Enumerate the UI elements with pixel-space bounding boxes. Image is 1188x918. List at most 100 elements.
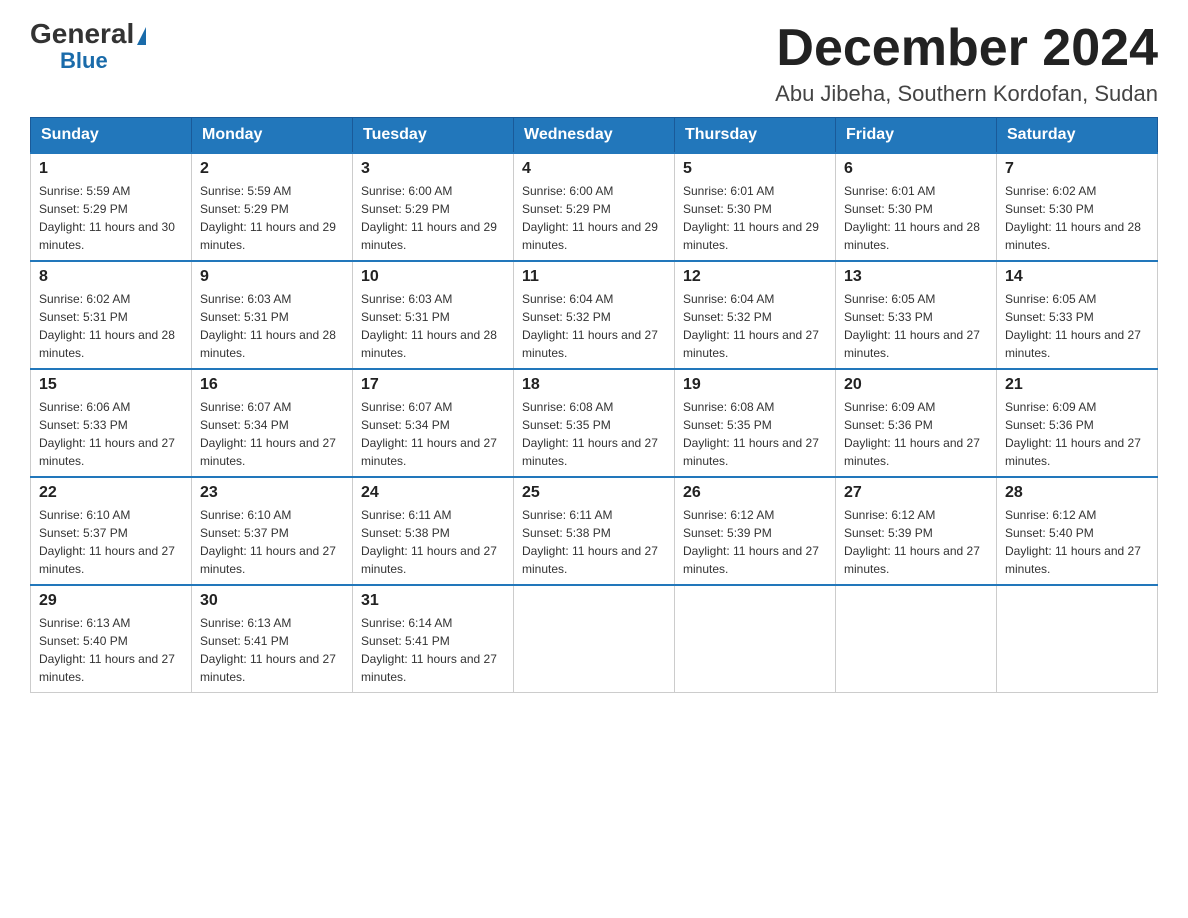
week-row-5: 29 Sunrise: 6:13 AMSunset: 5:40 PMDayligh…	[31, 585, 1158, 693]
day-info: Sunrise: 6:12 AMSunset: 5:39 PMDaylight:…	[683, 506, 827, 578]
day-info: Sunrise: 6:13 AMSunset: 5:41 PMDaylight:…	[200, 614, 344, 686]
week-row-2: 8Sunrise: 6:02 AMSunset: 5:31 PMDaylight…	[31, 261, 1158, 369]
day-info: Sunrise: 6:07 AMSunset: 5:34 PMDaylight:…	[361, 398, 505, 470]
day-number: 17	[361, 376, 505, 394]
day-info: Sunrise: 6:01 AMSunset: 5:30 PMDaylight:…	[844, 182, 988, 254]
day-number: 12	[683, 268, 827, 286]
calendar-header-row: SundayMondayTuesdayWednesdayThursdayFrid…	[31, 118, 1158, 154]
calendar-cell	[997, 585, 1158, 693]
calendar-cell: 3Sunrise: 6:00 AMSunset: 5:29 PMDaylight…	[353, 153, 514, 261]
day-number: 6	[844, 160, 988, 178]
calendar-cell: 12 Sunrise: 6:04 AMSunset: 5:32 PMDayligh…	[675, 261, 836, 369]
day-number: 5	[683, 160, 827, 178]
day-number: 10	[361, 268, 505, 286]
day-info: Sunrise: 6:00 AMSunset: 5:29 PMDaylight:…	[522, 182, 666, 254]
day-number: 28	[1005, 484, 1149, 502]
day-number: 3	[361, 160, 505, 178]
column-header-wednesday: Wednesday	[514, 118, 675, 154]
day-info: Sunrise: 6:09 AMSunset: 5:36 PMDaylight:…	[844, 398, 988, 470]
calendar-cell: 26 Sunrise: 6:12 AMSunset: 5:39 PMDayligh…	[675, 477, 836, 585]
day-info: Sunrise: 6:05 AMSunset: 5:33 PMDaylight:…	[844, 290, 988, 362]
calendar-cell: 14 Sunrise: 6:05 AMSunset: 5:33 PMDayligh…	[997, 261, 1158, 369]
calendar-cell: 29 Sunrise: 6:13 AMSunset: 5:40 PMDayligh…	[31, 585, 192, 693]
day-number: 31	[361, 592, 505, 610]
logo: General Blue	[30, 20, 146, 74]
day-info: Sunrise: 6:11 AMSunset: 5:38 PMDaylight:…	[522, 506, 666, 578]
day-info: Sunrise: 6:07 AMSunset: 5:34 PMDaylight:…	[200, 398, 344, 470]
calendar-cell: 15Sunrise: 6:06 AMSunset: 5:33 PMDayligh…	[31, 369, 192, 477]
calendar-cell: 13 Sunrise: 6:05 AMSunset: 5:33 PMDayligh…	[836, 261, 997, 369]
calendar-cell: 24 Sunrise: 6:11 AMSunset: 5:38 PMDayligh…	[353, 477, 514, 585]
calendar-cell: 7Sunrise: 6:02 AMSunset: 5:30 PMDaylight…	[997, 153, 1158, 261]
day-number: 30	[200, 592, 344, 610]
calendar-table: SundayMondayTuesdayWednesdayThursdayFrid…	[30, 117, 1158, 693]
day-info: Sunrise: 6:11 AMSunset: 5:38 PMDaylight:…	[361, 506, 505, 578]
calendar-cell: 17 Sunrise: 6:07 AMSunset: 5:34 PMDayligh…	[353, 369, 514, 477]
calendar-cell: 20 Sunrise: 6:09 AMSunset: 5:36 PMDayligh…	[836, 369, 997, 477]
day-number: 19	[683, 376, 827, 394]
day-info: Sunrise: 6:04 AMSunset: 5:32 PMDaylight:…	[522, 290, 666, 362]
day-number: 9	[200, 268, 344, 286]
page-header: General Blue December 2024 Abu Jibeha, S…	[30, 20, 1158, 107]
day-number: 29	[39, 592, 183, 610]
day-info: Sunrise: 6:05 AMSunset: 5:33 PMDaylight:…	[1005, 290, 1149, 362]
calendar-cell: 11Sunrise: 6:04 AMSunset: 5:32 PMDayligh…	[514, 261, 675, 369]
calendar-cell: 2 Sunrise: 5:59 AMSunset: 5:29 PMDaylight…	[192, 153, 353, 261]
day-number: 24	[361, 484, 505, 502]
calendar-cell	[836, 585, 997, 693]
day-info: Sunrise: 5:59 AMSunset: 5:29 PMDaylight:…	[39, 182, 183, 254]
column-header-friday: Friday	[836, 118, 997, 154]
location-title: Abu Jibeha, Southern Kordofan, Sudan	[775, 81, 1158, 107]
column-header-tuesday: Tuesday	[353, 118, 514, 154]
calendar-cell: 10 Sunrise: 6:03 AMSunset: 5:31 PMDayligh…	[353, 261, 514, 369]
day-info: Sunrise: 6:02 AMSunset: 5:31 PMDaylight:…	[39, 290, 183, 362]
day-number: 27	[844, 484, 988, 502]
day-number: 22	[39, 484, 183, 502]
calendar-cell: 23 Sunrise: 6:10 AMSunset: 5:37 PMDayligh…	[192, 477, 353, 585]
week-row-1: 1Sunrise: 5:59 AMSunset: 5:29 PMDaylight…	[31, 153, 1158, 261]
calendar-cell: 8Sunrise: 6:02 AMSunset: 5:31 PMDaylight…	[31, 261, 192, 369]
day-number: 26	[683, 484, 827, 502]
calendar-cell: 31 Sunrise: 6:14 AMSunset: 5:41 PMDayligh…	[353, 585, 514, 693]
month-title: December 2024	[775, 20, 1158, 77]
column-header-sunday: Sunday	[31, 118, 192, 154]
calendar-cell: 19 Sunrise: 6:08 AMSunset: 5:35 PMDayligh…	[675, 369, 836, 477]
week-row-4: 22 Sunrise: 6:10 AMSunset: 5:37 PMDayligh…	[31, 477, 1158, 585]
day-info: Sunrise: 6:04 AMSunset: 5:32 PMDaylight:…	[683, 290, 827, 362]
day-number: 4	[522, 160, 666, 178]
day-info: Sunrise: 6:08 AMSunset: 5:35 PMDaylight:…	[522, 398, 666, 470]
day-info: Sunrise: 6:13 AMSunset: 5:40 PMDaylight:…	[39, 614, 183, 686]
day-info: Sunrise: 6:12 AMSunset: 5:39 PMDaylight:…	[844, 506, 988, 578]
calendar-cell: 4 Sunrise: 6:00 AMSunset: 5:29 PMDaylight…	[514, 153, 675, 261]
day-info: Sunrise: 6:14 AMSunset: 5:41 PMDaylight:…	[361, 614, 505, 686]
day-info: Sunrise: 6:01 AMSunset: 5:30 PMDaylight:…	[683, 182, 827, 254]
calendar-cell: 5 Sunrise: 6:01 AMSunset: 5:30 PMDaylight…	[675, 153, 836, 261]
day-info: Sunrise: 6:08 AMSunset: 5:35 PMDaylight:…	[683, 398, 827, 470]
calendar-cell: 25 Sunrise: 6:11 AMSunset: 5:38 PMDayligh…	[514, 477, 675, 585]
day-number: 23	[200, 484, 344, 502]
day-info: Sunrise: 5:59 AMSunset: 5:29 PMDaylight:…	[200, 182, 344, 254]
calendar-cell: 30 Sunrise: 6:13 AMSunset: 5:41 PMDayligh…	[192, 585, 353, 693]
logo-general-text: General	[30, 20, 146, 48]
day-number: 16	[200, 376, 344, 394]
day-number: 14	[1005, 268, 1149, 286]
day-number: 25	[522, 484, 666, 502]
day-info: Sunrise: 6:10 AMSunset: 5:37 PMDaylight:…	[200, 506, 344, 578]
day-number: 7	[1005, 160, 1149, 178]
title-section: December 2024 Abu Jibeha, Southern Kordo…	[775, 20, 1158, 107]
day-number: 20	[844, 376, 988, 394]
calendar-cell: 18 Sunrise: 6:08 AMSunset: 5:35 PMDayligh…	[514, 369, 675, 477]
day-number: 2	[200, 160, 344, 178]
day-info: Sunrise: 6:03 AMSunset: 5:31 PMDaylight:…	[361, 290, 505, 362]
day-number: 13	[844, 268, 988, 286]
calendar-cell: 22Sunrise: 6:10 AMSunset: 5:37 PMDayligh…	[31, 477, 192, 585]
week-row-3: 15Sunrise: 6:06 AMSunset: 5:33 PMDayligh…	[31, 369, 1158, 477]
calendar-cell: 1Sunrise: 5:59 AMSunset: 5:29 PMDaylight…	[31, 153, 192, 261]
column-header-monday: Monday	[192, 118, 353, 154]
calendar-cell	[675, 585, 836, 693]
day-number: 18	[522, 376, 666, 394]
column-header-saturday: Saturday	[997, 118, 1158, 154]
day-info: Sunrise: 6:06 AMSunset: 5:33 PMDaylight:…	[39, 398, 183, 470]
calendar-cell: 6 Sunrise: 6:01 AMSunset: 5:30 PMDaylight…	[836, 153, 997, 261]
day-number: 21	[1005, 376, 1149, 394]
